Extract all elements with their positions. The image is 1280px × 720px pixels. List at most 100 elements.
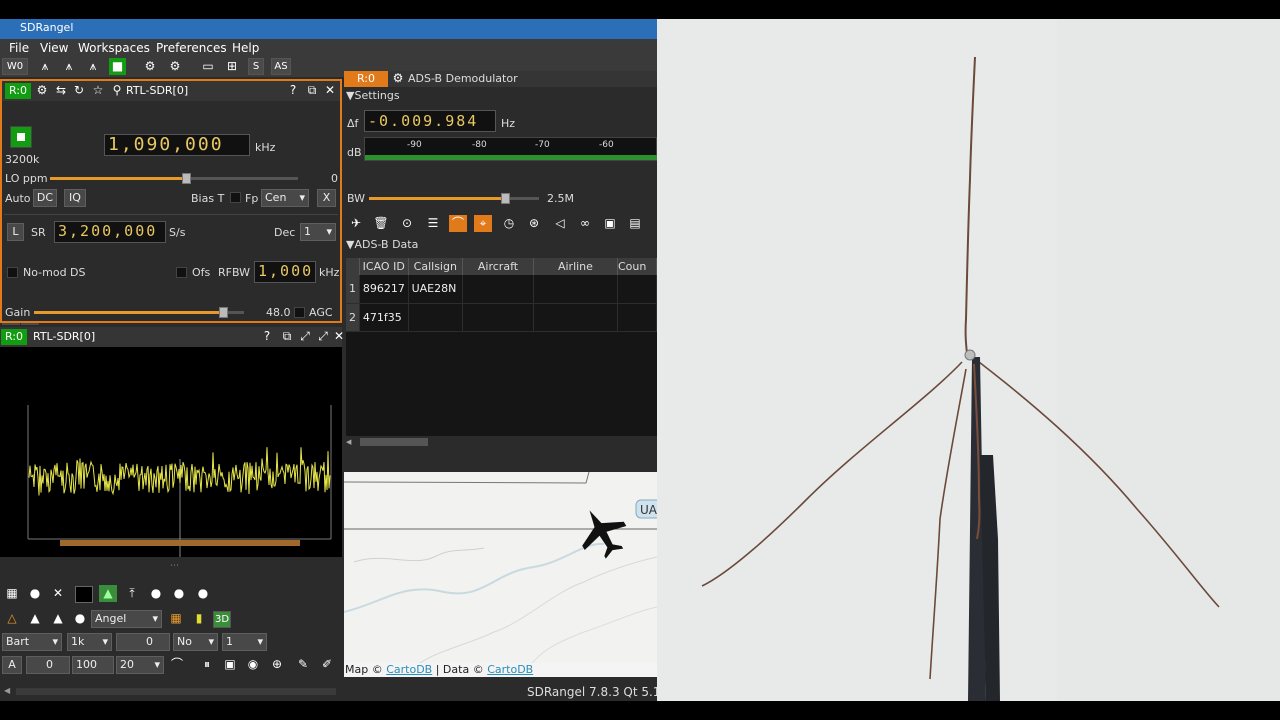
map-icon[interactable]: ⌖: [474, 215, 492, 232]
triangle-icon[interactable]: ▲: [49, 610, 67, 627]
overlap-spinner[interactable]: 0: [116, 633, 170, 651]
bw-knob[interactable]: [501, 193, 510, 204]
curve-icon[interactable]: ⌒: [449, 215, 467, 232]
detach-icon[interactable]: ⧉: [278, 328, 296, 345]
broadcast-icon[interactable]: ◉: [244, 656, 262, 673]
star-icon[interactable]: ☆: [89, 82, 107, 99]
column-header[interactable]: Airline: [533, 258, 618, 275]
menu-workspaces[interactable]: Workspaces: [78, 41, 150, 55]
settings-icon[interactable]: ⚙: [33, 82, 51, 99]
save-icon[interactable]: ▣: [601, 215, 619, 232]
scrollbar-thumb[interactable]: [360, 438, 428, 446]
column-header[interactable]: Coun: [617, 258, 657, 275]
ruler-icon[interactable]: ✎: [294, 656, 312, 673]
dot-icon[interactable]: ●: [26, 585, 44, 602]
crosshair-icon[interactable]: ⊕: [268, 656, 286, 673]
curve-icon[interactable]: ⌒: [168, 656, 186, 673]
clear-button[interactable]: X: [317, 189, 336, 207]
triangle-icon[interactable]: ▲: [26, 610, 44, 627]
column-header[interactable]: Aircraft: [462, 258, 534, 275]
fft-size-select[interactable]: 1k ▾: [67, 633, 112, 651]
bias-t-checkbox[interactable]: [230, 192, 241, 203]
palette-select[interactable]: Angel ▾: [91, 610, 162, 628]
folder-icon[interactable]: ▤: [626, 215, 644, 232]
save-icon[interactable]: ▣: [221, 656, 239, 673]
start-stop-button[interactable]: [10, 126, 32, 148]
auto-stack-button[interactable]: AS: [271, 58, 291, 75]
range-spinner[interactable]: 100: [72, 656, 114, 674]
gain-knob[interactable]: [219, 307, 228, 318]
menu-help[interactable]: Help: [232, 41, 259, 55]
menu-file[interactable]: File: [9, 41, 29, 55]
list-icon[interactable]: ☰: [424, 215, 442, 232]
horizontal-scrollbar[interactable]: ◀: [346, 436, 657, 448]
dc-button[interactable]: DC: [33, 189, 57, 207]
target-icon[interactable]: ⊙: [398, 215, 416, 232]
gain-slider[interactable]: [34, 307, 244, 318]
workspace-button[interactable]: W0: [2, 58, 28, 75]
dot-icon[interactable]: ●: [147, 585, 165, 602]
dec-select[interactable]: 1 ▾: [300, 223, 336, 241]
pause-icon[interactable]: ⏸: [198, 656, 216, 673]
waterfall-grid-icon[interactable]: ▦: [167, 610, 185, 627]
adsb-data-section[interactable]: ▼ADS-B Data: [346, 238, 418, 251]
feature-icon[interactable]: ■: [109, 58, 126, 75]
l-button[interactable]: L: [7, 223, 24, 241]
fps-select[interactable]: 20 ▾: [116, 656, 164, 674]
agc-checkbox[interactable]: [294, 307, 305, 318]
reload-icon[interactable]: ↻: [70, 82, 88, 99]
cross-icon[interactable]: ✕: [49, 585, 67, 602]
status-scrollbar[interactable]: [16, 688, 336, 695]
cartodb-link[interactable]: CartoDB: [386, 663, 432, 676]
tile-icon[interactable]: ⊞: [223, 58, 241, 75]
dot-icon[interactable]: ●: [170, 585, 188, 602]
rfbw-dial[interactable]: 1,000: [254, 261, 316, 283]
column-header[interactable]: Callsign: [408, 258, 464, 275]
scroll-left-icon[interactable]: ◀: [4, 686, 10, 695]
help-icon[interactable]: ?: [284, 82, 302, 99]
antenna-icon[interactable]: ⊛: [525, 215, 543, 232]
clock-icon[interactable]: ◷: [500, 215, 518, 232]
spectrum-splitter[interactable]: ⋯: [0, 557, 342, 579]
configuration-icon[interactable]: ⚙: [166, 58, 184, 75]
window-select[interactable]: Bart ▾: [2, 633, 62, 651]
lo-ppm-slider[interactable]: [50, 173, 298, 184]
dot-icon[interactable]: ●: [71, 610, 89, 627]
menu-preferences[interactable]: Preferences: [156, 41, 227, 55]
color-swatch[interactable]: [75, 586, 93, 603]
iq-button[interactable]: IQ: [64, 189, 86, 207]
fp-select[interactable]: Cen ▾: [261, 189, 309, 207]
average-value-select[interactable]: 1 ▾: [222, 633, 267, 651]
3d-button[interactable]: 3D: [213, 611, 231, 628]
average-mode-select[interactable]: No ▾: [173, 633, 218, 651]
sample-rate-dial[interactable]: 3,200,000: [54, 221, 166, 243]
add-rx-icon[interactable]: ⩚: [36, 58, 54, 75]
level-icon[interactable]: ▮: [190, 610, 208, 627]
ofs-checkbox[interactable]: [176, 267, 187, 278]
add-tx-icon[interactable]: ⩚: [60, 58, 78, 75]
swap-icon[interactable]: ⇆: [52, 82, 70, 99]
triangle-icon[interactable]: △: [3, 610, 21, 627]
scroll-left-icon[interactable]: ◀: [346, 438, 358, 446]
window-icon[interactable]: ▭: [199, 58, 217, 75]
peak-icon[interactable]: ▲: [99, 585, 117, 602]
table-row[interactable]: 1 896217 UAE28N: [346, 275, 657, 304]
frequency-dial[interactable]: 1,090,000: [104, 134, 250, 156]
add-mimo-icon[interactable]: ⩚: [84, 58, 102, 75]
aircraft-map[interactable]: UA Map © CartoDB | Data © CartoDB: [344, 472, 657, 677]
table-row[interactable]: 2 471f35: [346, 303, 657, 332]
auto-scale-button[interactable]: A: [2, 656, 22, 674]
column-header[interactable]: ICAO ID: [359, 258, 409, 275]
pin-icon[interactable]: ✐: [318, 656, 336, 673]
close-icon[interactable]: ✕: [321, 82, 339, 99]
spectrum-display[interactable]: [0, 347, 342, 577]
detach-icon[interactable]: ⧉: [303, 82, 321, 99]
trash-icon[interactable]: 🗑: [372, 215, 390, 232]
preset-icon[interactable]: ⚙: [141, 58, 159, 75]
stack-button[interactable]: S: [248, 58, 264, 75]
settings-icon[interactable]: ⚙: [389, 70, 407, 87]
delta-f-dial[interactable]: -0.009.984: [364, 110, 496, 132]
max-hold-icon[interactable]: ⤒: [123, 585, 141, 602]
speaker-icon[interactable]: ◁: [551, 215, 569, 232]
menu-view[interactable]: View: [40, 41, 68, 55]
